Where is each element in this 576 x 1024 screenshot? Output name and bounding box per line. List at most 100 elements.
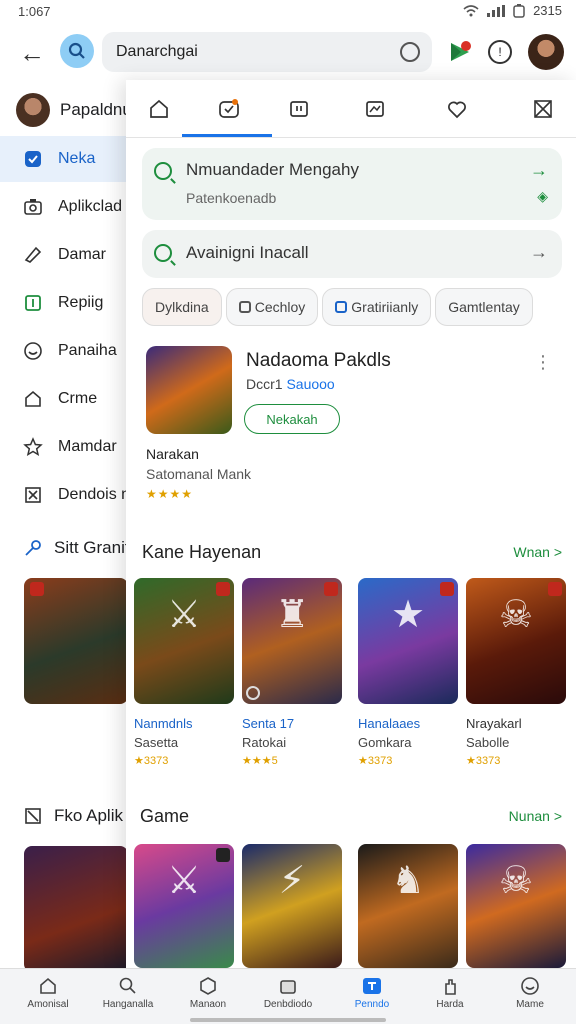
app-thumbnail: ★ bbox=[358, 578, 458, 704]
chip-icon bbox=[238, 301, 251, 313]
notification-icon[interactable]: ! bbox=[488, 40, 512, 64]
chip-icon bbox=[335, 301, 348, 313]
back-arrow-icon[interactable]: ← bbox=[16, 38, 48, 70]
app-rating: ★3373 bbox=[358, 755, 393, 767]
chip[interactable]: Gratiriianly bbox=[322, 288, 432, 326]
nav-item-mame[interactable]: Mame bbox=[490, 969, 570, 1024]
app-card[interactable]: ⚔ bbox=[134, 844, 234, 968]
chip[interactable]: Dylkdina bbox=[142, 288, 222, 326]
drawer-item-panaiha[interactable]: Panaiha bbox=[0, 328, 130, 374]
app-card[interactable]: ☠ Nrayakarl Sabolle ★3373 bbox=[466, 578, 566, 767]
tab-books[interactable] bbox=[284, 94, 314, 124]
game-art-icon: ☠ bbox=[498, 860, 534, 902]
app-title: Nanmdnls bbox=[134, 716, 193, 731]
play-store-icon[interactable] bbox=[446, 38, 474, 66]
drawer-item-label: Mamdar bbox=[58, 438, 117, 455]
app-card[interactable]: ⚡ bbox=[242, 844, 342, 968]
suggestion-title: Avainigni Inacall bbox=[186, 243, 309, 262]
app-rating: ★3373 bbox=[466, 755, 501, 767]
drawer-card-thumb[interactable] bbox=[24, 846, 128, 972]
app-card[interactable]: ★ Hanalaaes Gomkara ★3373 bbox=[358, 578, 458, 767]
drawer-section-sitt-granit[interactable]: Sitt Granit bbox=[0, 528, 130, 568]
search-icon bbox=[154, 162, 172, 180]
drawer-item-crme[interactable]: Crme bbox=[0, 376, 130, 422]
tab-apps[interactable] bbox=[214, 94, 244, 124]
category-tabs bbox=[126, 80, 576, 138]
media-icon bbox=[366, 101, 384, 117]
nav-item-amonisal[interactable]: Amonisal bbox=[8, 969, 88, 1024]
app-card[interactable]: ♞ bbox=[358, 844, 458, 968]
app-card[interactable]: ⚔ Nanmdnls Sasetta ★3373 bbox=[134, 578, 234, 767]
suggestion-item[interactable]: Avainigni Inacall → bbox=[142, 230, 562, 278]
see-more-link[interactable]: Nunan > bbox=[509, 808, 562, 824]
see-more-link[interactable]: Wnan > bbox=[513, 544, 562, 560]
drawer-item-dendois[interactable]: Dendois ni bbox=[0, 472, 130, 518]
tab-wishlist[interactable] bbox=[442, 94, 472, 124]
home-icon bbox=[22, 388, 44, 410]
search-button[interactable] bbox=[60, 34, 94, 68]
drawer-item-damar[interactable]: Damar bbox=[0, 232, 130, 278]
search-input[interactable] bbox=[116, 32, 386, 72]
wifi-icon bbox=[463, 4, 479, 16]
featured-subtitle: Satomanal Mank bbox=[146, 466, 252, 482]
app-subtitle: Ratokai bbox=[242, 735, 287, 750]
rating-stars: ★★★★ bbox=[146, 487, 194, 501]
chip[interactable]: Gamtlentay bbox=[435, 288, 533, 326]
star-icon bbox=[22, 436, 44, 458]
shield-icon bbox=[22, 148, 44, 170]
app-card[interactable]: ♜ Senta 17 Ratokai ★★★5 bbox=[242, 578, 342, 767]
cube-icon bbox=[196, 975, 220, 997]
tab-close[interactable] bbox=[528, 94, 558, 124]
drawer-item-label: Crme bbox=[58, 390, 98, 407]
nav-item-hanganalla[interactable]: Hanganalla bbox=[88, 969, 168, 1024]
tab-media[interactable] bbox=[360, 94, 390, 124]
more-options-icon[interactable]: ⋮ bbox=[534, 352, 552, 373]
app-thumbnail: ♜ bbox=[242, 578, 342, 704]
drawer-card-thumb[interactable] bbox=[24, 578, 128, 704]
drawer-section-fko-aplik[interactable]: Fko Aplik bbox=[0, 796, 130, 836]
app-screen: 1:067 2315 ← ! Papaldnu Neka bbox=[0, 0, 576, 1024]
search-field[interactable] bbox=[102, 32, 432, 72]
drawer-item-label: Repiig bbox=[58, 294, 104, 311]
app-title: Nrayakarl bbox=[466, 716, 522, 731]
home-icon bbox=[36, 975, 60, 997]
tag-filled-icon bbox=[360, 975, 384, 997]
search-icon bbox=[116, 975, 140, 997]
featured-app[interactable]: Nadaoma Pakdls Dccr1 Sauooo Nekakah ⋮ Na… bbox=[142, 344, 562, 514]
account-avatar[interactable] bbox=[528, 34, 564, 70]
suggestion-item[interactable]: Nmuandader Mengahy Patenkoenadb → ◈ bbox=[142, 148, 562, 220]
search-icon bbox=[154, 244, 172, 262]
nav-item-penndo[interactable]: Penndo bbox=[332, 969, 412, 1024]
active-tab-indicator bbox=[182, 134, 272, 137]
lens-icon[interactable] bbox=[400, 42, 420, 62]
drawer-item-mamdar[interactable]: Mamdar bbox=[0, 424, 130, 470]
battery-icon bbox=[513, 3, 525, 18]
search-icon bbox=[68, 42, 85, 59]
chip[interactable]: Cechloy bbox=[225, 288, 319, 326]
dev-link[interactable]: Sauooo bbox=[286, 376, 334, 392]
drawer-section-label: Sitt Granit bbox=[54, 538, 130, 557]
tab-home[interactable] bbox=[144, 94, 174, 124]
install-button[interactable]: Nekakah bbox=[244, 404, 340, 434]
drawer-item-label: Dendois ni bbox=[58, 486, 130, 503]
nav-item-denbdiodo[interactable]: Denbdiodo bbox=[248, 969, 328, 1024]
search-suggestions-panel: Nmuandader Mengahy Patenkoenadb → ◈ Avai… bbox=[126, 80, 576, 970]
nav-label: Denbdiodo bbox=[263, 999, 313, 1010]
drawer-item-repiig[interactable]: Repiig bbox=[0, 280, 130, 326]
drawer-profile[interactable]: Papaldnu bbox=[16, 90, 132, 130]
drawer-item-aplikclad[interactable]: Aplikclad bbox=[0, 184, 130, 230]
dev-prefix: Dccr1 bbox=[246, 376, 283, 392]
chip-label: Cechloy bbox=[254, 299, 306, 315]
drawer-item-label: Neka bbox=[58, 150, 96, 167]
arrow-right-icon[interactable]: → bbox=[530, 160, 548, 181]
app-thumbnail: ♞ bbox=[358, 844, 458, 968]
app-card[interactable]: ☠ bbox=[466, 844, 566, 968]
close-box-icon bbox=[534, 100, 552, 118]
featured-thumbnail[interactable] bbox=[146, 346, 232, 434]
nav-item-harda[interactable]: Harda bbox=[410, 969, 490, 1024]
drawer-item-neka[interactable]: Neka bbox=[0, 136, 130, 182]
top-bar: ← ! bbox=[0, 28, 576, 80]
arrow-right-icon[interactable]: → bbox=[530, 242, 548, 263]
square-icon bbox=[22, 292, 44, 314]
nav-item-manaon[interactable]: Manaon bbox=[168, 969, 248, 1024]
